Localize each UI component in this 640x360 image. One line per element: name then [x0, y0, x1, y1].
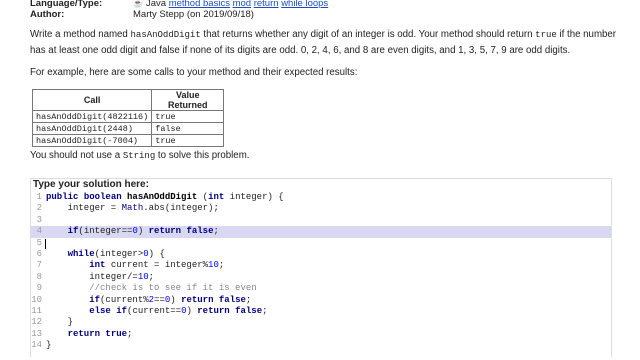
- tag-link-while-loops[interactable]: while loops: [281, 0, 328, 9]
- note-text: to solve this problem.: [155, 150, 250, 161]
- line-number: 14: [31, 340, 42, 351]
- author-value: Marty Stepp (on 2019/09/18): [133, 9, 254, 20]
- value-cell: false: [151, 122, 225, 135]
- true-code: true: [535, 30, 557, 40]
- line-number: 8: [36, 271, 42, 282]
- problem-description: Write a method named hasAnOddDigit that …: [30, 27, 620, 58]
- line-number: 3: [36, 214, 42, 225]
- desc-text: Write a method named: [30, 29, 131, 40]
- call-cell: hasAnOddDigit(-7004): [31, 134, 153, 147]
- tag-link-return[interactable]: return: [254, 0, 279, 9]
- code-line[interactable]: 11 else if(current==0) return false;: [31, 306, 611, 317]
- code-line[interactable]: 10 if(current%2==0) return false;: [31, 295, 611, 306]
- code-line[interactable]: 9 //check is to see if it is even: [31, 283, 611, 294]
- call-cell: hasAnOddDigit(4822116): [31, 110, 153, 123]
- desc-text: that returns whether any digit of an int…: [200, 29, 536, 40]
- value-cell: true: [151, 134, 225, 147]
- line-number: 5: [36, 237, 42, 248]
- note-text: You should not use a: [30, 150, 123, 161]
- code-line[interactable]: 1 public boolean hasAnOddDigit (int integ…: [31, 192, 611, 203]
- code-line[interactable]: 2 integer = Math.abs(integer);: [31, 203, 611, 214]
- line-number: 11: [31, 305, 42, 316]
- solution-panel: Type your solution here: 1 public boolean…: [30, 178, 612, 357]
- language-label: Language/Type:: [30, 0, 103, 9]
- table-row: hasAnOddDigit(2448) false: [31, 122, 225, 135]
- line-number: 2: [36, 203, 42, 214]
- code-line[interactable]: 6 while(integer>0) {: [31, 249, 611, 260]
- line-number: 12: [31, 317, 42, 328]
- code-line[interactable]: 8 integer/=10;: [31, 272, 611, 283]
- solution-label: Type your solution here:: [33, 179, 149, 190]
- table-header-row: Call Value Returned: [31, 89, 225, 111]
- text-cursor: [45, 238, 46, 249]
- method-name-code: hasAnOddDigit: [130, 30, 201, 40]
- problem-meta: Language/Type: ☕ Java method basics mod r…: [30, 0, 630, 20]
- author-label: Author:: [30, 9, 65, 20]
- line-number: 7: [36, 260, 42, 271]
- author-row: Author: Marty Stepp (on 2019/09/18): [30, 9, 630, 20]
- tag-link-method-basics[interactable]: method basics: [169, 0, 230, 9]
- examples-table: Call Value Returned hasAnOddDigit(482211…: [31, 89, 225, 147]
- line-number: 9: [36, 283, 42, 294]
- line-number: 4: [36, 226, 42, 237]
- column-header-call: Call: [31, 89, 153, 111]
- line-number: 1: [36, 192, 42, 202]
- call-cell: hasAnOddDigit(2448): [31, 122, 153, 135]
- value-cell: true: [151, 110, 225, 123]
- line-number: 10: [31, 294, 42, 305]
- tag-link-mod[interactable]: mod: [233, 0, 251, 9]
- table-row: hasAnOddDigit(-7004) true: [31, 134, 225, 147]
- code-line[interactable]: 5: [31, 238, 611, 249]
- language-row: Language/Type: ☕ Java method basics mod r…: [30, 0, 630, 9]
- constraint-note: You should not use a String to solve thi…: [30, 150, 249, 161]
- code-line[interactable]: 12 }: [31, 317, 611, 328]
- string-code: String: [122, 151, 156, 161]
- java-cup-icon: ☕: [133, 0, 143, 8]
- table-row: hasAnOddDigit(4822116) true: [31, 110, 225, 123]
- code-line-highlighted[interactable]: 4 if(integer==0) return false;: [31, 226, 611, 238]
- line-number: 6: [36, 248, 42, 259]
- language-value: ☕ Java method basics mod return while loo…: [133, 0, 328, 9]
- code-line[interactable]: 3: [31, 215, 611, 226]
- code-line[interactable]: 7 int current = integer%10;: [31, 260, 611, 271]
- code-line[interactable]: 13 return true;: [31, 329, 611, 340]
- example-intro: For example, here are some calls to your…: [30, 67, 358, 78]
- code-line[interactable]: 14}: [31, 340, 611, 351]
- language-text: Java: [145, 0, 167, 9]
- column-header-value: Value Returned: [151, 89, 225, 111]
- code-editor[interactable]: 1 public boolean hasAnOddDigit (int integ…: [31, 192, 611, 351]
- line-number: 13: [31, 328, 42, 339]
